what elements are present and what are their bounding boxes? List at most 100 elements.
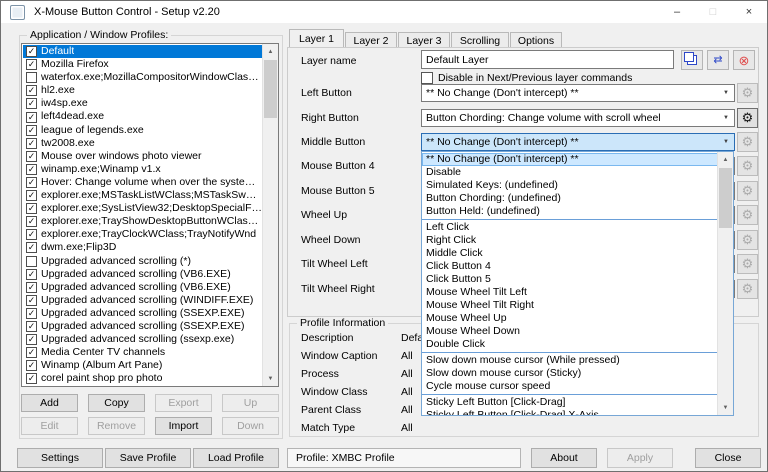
profile-list-item[interactable]: ✓Default xyxy=(23,45,262,58)
profile-checkbox[interactable]: ✓ xyxy=(26,360,37,371)
profile-checkbox[interactable]: ✓ xyxy=(26,177,37,188)
minimize-icon[interactable]: – xyxy=(659,1,695,23)
profiles-scrollbar[interactable]: ▲ ▼ xyxy=(262,44,278,386)
profile-checkbox[interactable] xyxy=(26,256,37,267)
dropdown-item[interactable]: Mouse Wheel Up xyxy=(422,312,718,325)
tab-layer-3[interactable]: Layer 3 xyxy=(398,32,450,48)
dropdown-item[interactable]: Mouse Wheel Tilt Left xyxy=(422,286,718,299)
save-profile-button[interactable]: Save Profile xyxy=(105,448,191,468)
profile-checkbox[interactable]: ✓ xyxy=(26,321,37,332)
load-profile-button[interactable]: Load Profile xyxy=(193,448,279,468)
tilt-wheel-right-settings-button[interactable]: ⚙ xyxy=(737,279,758,299)
dropdown-item[interactable]: Right Click xyxy=(422,234,718,247)
profile-checkbox[interactable]: ✓ xyxy=(26,151,37,162)
profile-checkbox[interactable]: ✓ xyxy=(26,282,37,293)
mouse-button-4-settings-button[interactable]: ⚙ xyxy=(737,156,758,176)
profile-list-item[interactable]: waterfox.exe;MozillaCompositorWindowClas… xyxy=(23,71,262,84)
chevron-down-icon[interactable]: ▼ xyxy=(718,139,734,145)
left-button-combobox[interactable]: ** No Change (Don't intercept) **▼ xyxy=(421,84,735,102)
dropdown-item[interactable]: Sticky Left Button [Click-Drag] xyxy=(422,396,718,409)
profile-checkbox[interactable]: ✓ xyxy=(26,229,37,240)
profile-list-item[interactable]: ✓dwm.exe;Flip3D xyxy=(23,241,262,254)
profile-checkbox[interactable]: ✓ xyxy=(26,373,37,384)
down-button[interactable]: Down xyxy=(222,417,279,435)
wheel-down-settings-button[interactable]: ⚙ xyxy=(737,230,758,250)
chevron-down-icon[interactable]: ▼ xyxy=(718,115,734,121)
profile-list-item[interactable]: ✓Upgraded advanced scrolling (WINDIFF.EX… xyxy=(23,294,262,307)
profile-list-item[interactable]: ✓Winamp (Album Art Pane) xyxy=(23,359,262,372)
profile-checkbox[interactable]: ✓ xyxy=(26,190,37,201)
profile-checkbox[interactable]: ✓ xyxy=(26,85,37,96)
remove-button[interactable]: Remove xyxy=(88,417,145,435)
profile-checkbox[interactable]: ✓ xyxy=(26,125,37,136)
dropdown-item[interactable]: Button Held: (undefined) xyxy=(422,205,718,218)
dropdown-item[interactable]: Slow down mouse cursor (While pressed) xyxy=(422,354,718,367)
chevron-down-icon[interactable]: ▼ xyxy=(718,90,734,96)
profile-checkbox[interactable]: ✓ xyxy=(26,46,37,57)
scrollbar-thumb[interactable] xyxy=(719,168,732,228)
import-button[interactable]: Import xyxy=(155,417,212,435)
profile-checkbox[interactable] xyxy=(26,72,37,83)
profile-checkbox[interactable]: ✓ xyxy=(26,138,37,149)
tab-options[interactable]: Options xyxy=(510,32,562,48)
tab-layer-2[interactable]: Layer 2 xyxy=(345,32,397,48)
profile-checkbox[interactable]: ✓ xyxy=(26,216,37,227)
export-button[interactable]: Export xyxy=(155,394,212,412)
dropdown-scrollbar[interactable]: ▲ ▼ xyxy=(717,152,733,415)
layer-name-input[interactable] xyxy=(421,50,674,69)
profile-list-item[interactable]: ✓left4dead.exe xyxy=(23,110,262,123)
dropdown-item[interactable]: Middle Click xyxy=(422,247,718,260)
profile-checkbox[interactable]: ✓ xyxy=(26,334,37,345)
right-button-combobox[interactable]: Button Chording: Change volume with scro… xyxy=(421,109,735,127)
close-icon[interactable]: × xyxy=(731,1,767,23)
profile-list-item[interactable]: ✓explorer.exe;TrayClockWClass;TrayNotify… xyxy=(23,228,262,241)
mouse-button-5-settings-button[interactable]: ⚙ xyxy=(737,181,758,201)
profile-list-item[interactable]: ✓league of legends.exe xyxy=(23,124,262,137)
profile-list-item[interactable]: ✓explorer.exe;SysListView32;DesktopSpeci… xyxy=(23,202,262,215)
profile-checkbox[interactable]: ✓ xyxy=(26,269,37,280)
profile-list-item[interactable]: ✓explorer.exe;MSTaskListWClass;MSTaskSwW… xyxy=(23,189,262,202)
profile-list-item[interactable]: ✓Upgraded advanced scrolling (VB6.EXE) xyxy=(23,281,262,294)
left-button-settings-button[interactable]: ⚙ xyxy=(737,83,758,103)
profile-list-item[interactable]: ✓Media Center TV channels xyxy=(23,346,262,359)
tab-scrolling[interactable]: Scrolling xyxy=(451,32,509,48)
dropdown-item[interactable]: Left Click xyxy=(422,221,718,234)
scroll-down-icon[interactable]: ▼ xyxy=(263,371,278,386)
scrollbar-thumb[interactable] xyxy=(264,60,277,118)
clear-layer-button[interactable]: ⊗ xyxy=(733,50,755,70)
wheel-up-settings-button[interactable]: ⚙ xyxy=(737,205,758,225)
edit-button[interactable]: Edit xyxy=(21,417,78,435)
profiles-list[interactable]: ✓Default✓Mozilla Firefoxwaterfox.exe;Moz… xyxy=(21,43,279,387)
profile-checkbox[interactable]: ✓ xyxy=(26,98,37,109)
profile-checkbox[interactable]: ✓ xyxy=(26,308,37,319)
up-button[interactable]: Up xyxy=(222,394,279,412)
profile-list-item[interactable]: ✓Mouse over windows photo viewer xyxy=(23,150,262,163)
settings-button[interactable]: Settings xyxy=(17,448,103,468)
profile-list-item[interactable]: ✓Upgraded advanced scrolling (VB6.EXE) xyxy=(23,268,262,281)
apply-button[interactable]: Apply xyxy=(607,448,673,468)
profile-checkbox[interactable]: ✓ xyxy=(26,164,37,175)
add-button[interactable]: Add xyxy=(21,394,78,412)
copy-layer-button[interactable] xyxy=(681,50,703,70)
dropdown-item[interactable]: Slow down mouse cursor (Sticky) xyxy=(422,367,718,380)
dropdown-item[interactable]: Double Click xyxy=(422,338,718,351)
right-button-settings-button[interactable]: ⚙ xyxy=(737,108,758,128)
profile-list-item[interactable]: ✓iw4sp.exe xyxy=(23,97,262,110)
disable-layer-checkbox[interactable] xyxy=(421,72,433,84)
profile-list-item[interactable]: ✓hl2.exe xyxy=(23,84,262,97)
middle-button-settings-button[interactable]: ⚙ xyxy=(737,132,758,152)
profile-checkbox[interactable]: ✓ xyxy=(26,242,37,253)
scroll-up-icon[interactable]: ▲ xyxy=(718,152,733,167)
scroll-up-icon[interactable]: ▲ xyxy=(263,44,278,59)
close-button[interactable]: Close xyxy=(695,448,761,468)
dropdown-item[interactable]: ** No Change (Don't intercept) ** xyxy=(422,153,718,166)
dropdown-item[interactable]: Simulated Keys: (undefined) xyxy=(422,179,718,192)
profile-list-item[interactable]: ✓Upgraded advanced scrolling (SSEXP.EXE) xyxy=(23,320,262,333)
profile-list-item[interactable]: ✓corel paint shop pro photo xyxy=(23,372,262,385)
profile-list-item[interactable]: ✓tw2008.exe xyxy=(23,137,262,150)
dropdown-item[interactable]: Button Chording: (undefined) xyxy=(422,192,718,205)
middle-button-dropdown[interactable]: ** No Change (Don't intercept) **Disable… xyxy=(421,151,734,416)
dropdown-item[interactable]: Click Button 5 xyxy=(422,273,718,286)
profile-list-item[interactable]: Upgraded advanced scrolling (*) xyxy=(23,255,262,268)
profile-checkbox[interactable]: ✓ xyxy=(26,203,37,214)
